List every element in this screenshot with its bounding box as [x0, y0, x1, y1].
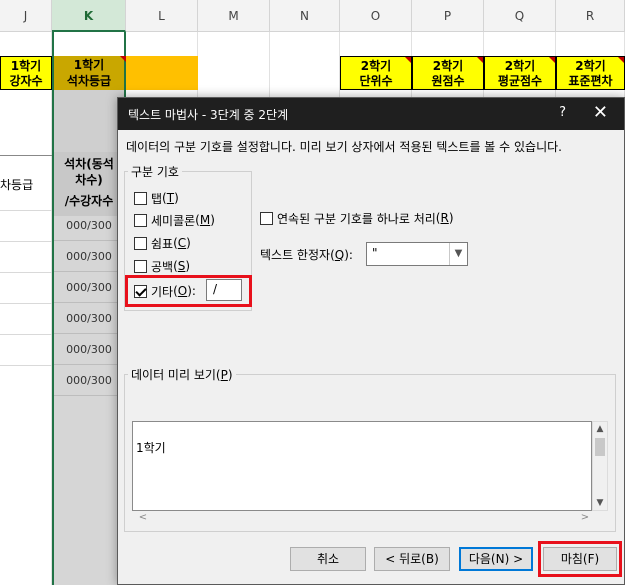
chevron-down-icon[interactable]: ▼: [449, 243, 467, 265]
help-icon[interactable]: ?: [559, 105, 566, 120]
delimiters-group-title: 구분 기호: [128, 163, 182, 180]
column-header-j[interactable]: J: [0, 0, 52, 32]
header-cell-r[interactable]: 2학기 표준편차: [556, 56, 625, 90]
text-qualifier-value: ": [372, 246, 378, 260]
header-text: 표준편차: [568, 74, 613, 88]
k-cell[interactable]: 000/300: [54, 366, 124, 396]
qualifier-hotkey: Q: [334, 248, 345, 262]
preview-vertical-scrollbar[interactable]: ▲ ▼: [592, 421, 608, 511]
column-header-l[interactable]: L: [126, 0, 198, 32]
column-header-m[interactable]: M: [198, 0, 270, 32]
k-header-line2: 석차등급: [66, 74, 112, 88]
highlight-finish-button: [538, 541, 622, 577]
k-cell[interactable]: 000/300: [54, 211, 124, 241]
header-text: 2학기: [432, 59, 464, 73]
header-cell-j[interactable]: 1학기 강자수: [0, 56, 52, 90]
highlight-other-option: [125, 275, 252, 307]
header-text: 2학기: [360, 59, 392, 73]
scroll-down-icon[interactable]: ▼: [593, 496, 607, 510]
cancel-button[interactable]: 취소: [290, 547, 366, 571]
k-cell[interactable]: 000/300: [54, 335, 124, 365]
j-subheader: 차등급: [0, 178, 34, 192]
semicolon-checkbox[interactable]: [134, 213, 147, 227]
row-line: [0, 210, 52, 211]
preview-horizontal-scrollbar[interactable]: < >: [132, 511, 592, 525]
consecutive-delimiters-option[interactable]: 연속된 구분 기호를 하나로 처리 (R): [260, 209, 454, 227]
row-line: [0, 303, 52, 304]
header-text: 원점수: [431, 74, 465, 88]
header-text: 1학기: [10, 59, 42, 73]
semicolon-hotkey: M: [199, 213, 211, 227]
delimiter-space-option[interactable]: 공백 (S): [134, 257, 190, 275]
orange-cell-l[interactable]: [126, 56, 198, 90]
data-preview-box[interactable]: 1학기: [132, 421, 592, 511]
k-cell[interactable]: 000/300: [54, 304, 124, 334]
space-checkbox[interactable]: [134, 259, 147, 273]
header-text: 강자수: [9, 74, 43, 88]
tab-checkbox[interactable]: [134, 191, 147, 205]
column-header-p[interactable]: P: [412, 0, 484, 32]
data-preview-title: 데이터 미리 보기(P): [128, 366, 236, 383]
column-header-n[interactable]: N: [270, 0, 340, 32]
row-line: [0, 241, 52, 242]
header-text: 단위수: [359, 74, 393, 88]
header-text: 평균점수: [497, 74, 543, 88]
row-line: [0, 155, 52, 156]
k-cell[interactable]: 000/300: [54, 242, 124, 272]
comma-checkbox[interactable]: [134, 236, 147, 250]
column-header-r[interactable]: R: [556, 0, 625, 32]
delimiter-comma-option[interactable]: 쉼표 (C): [134, 234, 191, 252]
text-import-wizard-dialog[interactable]: 텍스트 마법사 - 3단계 중 2단계 ? ✕ 데이터의 구분 기호를 설정합니…: [117, 97, 625, 585]
row-line: [0, 365, 52, 366]
tab-hotkey: T: [166, 191, 175, 205]
k-subheader-line3: /수강자수: [64, 194, 114, 208]
comma-hotkey: C: [177, 236, 187, 250]
text-qualifier-select[interactable]: " ▼: [366, 242, 468, 266]
scroll-up-icon[interactable]: ▲: [593, 422, 607, 436]
k-subheader-line2: 차수): [75, 173, 103, 187]
consecutive-hotkey: R: [440, 211, 449, 225]
column-header-k[interactable]: K: [52, 0, 126, 32]
k-gray-band: [54, 90, 124, 152]
tab-label: 탭: [151, 191, 163, 206]
dialog-titlebar[interactable]: 텍스트 마법사 - 3단계 중 2단계 ? ✕: [118, 98, 624, 130]
scroll-right-icon[interactable]: >: [578, 511, 592, 525]
dialog-description: 데이터의 구분 기호를 설정합니다. 미리 보기 상자에서 적용된 텍스트를 볼…: [126, 140, 562, 154]
k-subheader-line1: 석차(동석: [64, 157, 114, 171]
column-header-o[interactable]: O: [340, 0, 412, 32]
header-cell-o[interactable]: 2학기 단위수: [340, 56, 412, 90]
scroll-left-icon[interactable]: <: [136, 511, 150, 525]
column-header-q[interactable]: Q: [484, 0, 556, 32]
k-header-line1: 1학기: [73, 58, 105, 72]
consecutive-checkbox[interactable]: [260, 211, 273, 225]
back-button[interactable]: < 뒤로(B): [374, 547, 450, 571]
delimiter-semicolon-option[interactable]: 세미콜론 (M): [134, 211, 215, 229]
semicolon-label: 세미콜론: [151, 213, 196, 228]
row-line: [0, 272, 52, 273]
gridline: [0, 32, 52, 585]
column-header-row: J K L M N O P Q R: [0, 0, 625, 32]
consecutive-label: 연속된 구분 기호를 하나로 처리: [277, 211, 436, 226]
close-icon[interactable]: ✕: [593, 102, 608, 123]
header-cell-q[interactable]: 2학기 평균점수: [484, 56, 556, 90]
delimiter-tab-option[interactable]: 탭 (T): [134, 189, 179, 207]
k-cell[interactable]: 000/300: [54, 273, 124, 303]
space-hotkey: S: [177, 259, 186, 273]
space-label: 공백: [151, 259, 174, 274]
row-line: [0, 334, 52, 335]
header-cell-p[interactable]: 2학기 원점수: [412, 56, 484, 90]
text-qualifier-label: 텍스트 한정자(Q):: [260, 248, 353, 262]
header-text: 2학기: [504, 59, 536, 73]
comma-label: 쉼표: [151, 236, 174, 251]
next-button[interactable]: 다음(N) >: [459, 547, 533, 571]
header-text: 2학기: [575, 59, 606, 73]
preview-hotkey: P: [220, 368, 228, 382]
preview-line: 1학기: [136, 441, 166, 455]
scroll-thumb[interactable]: [595, 438, 605, 456]
dialog-title: 텍스트 마법사 - 3단계 중 2단계: [128, 108, 289, 122]
